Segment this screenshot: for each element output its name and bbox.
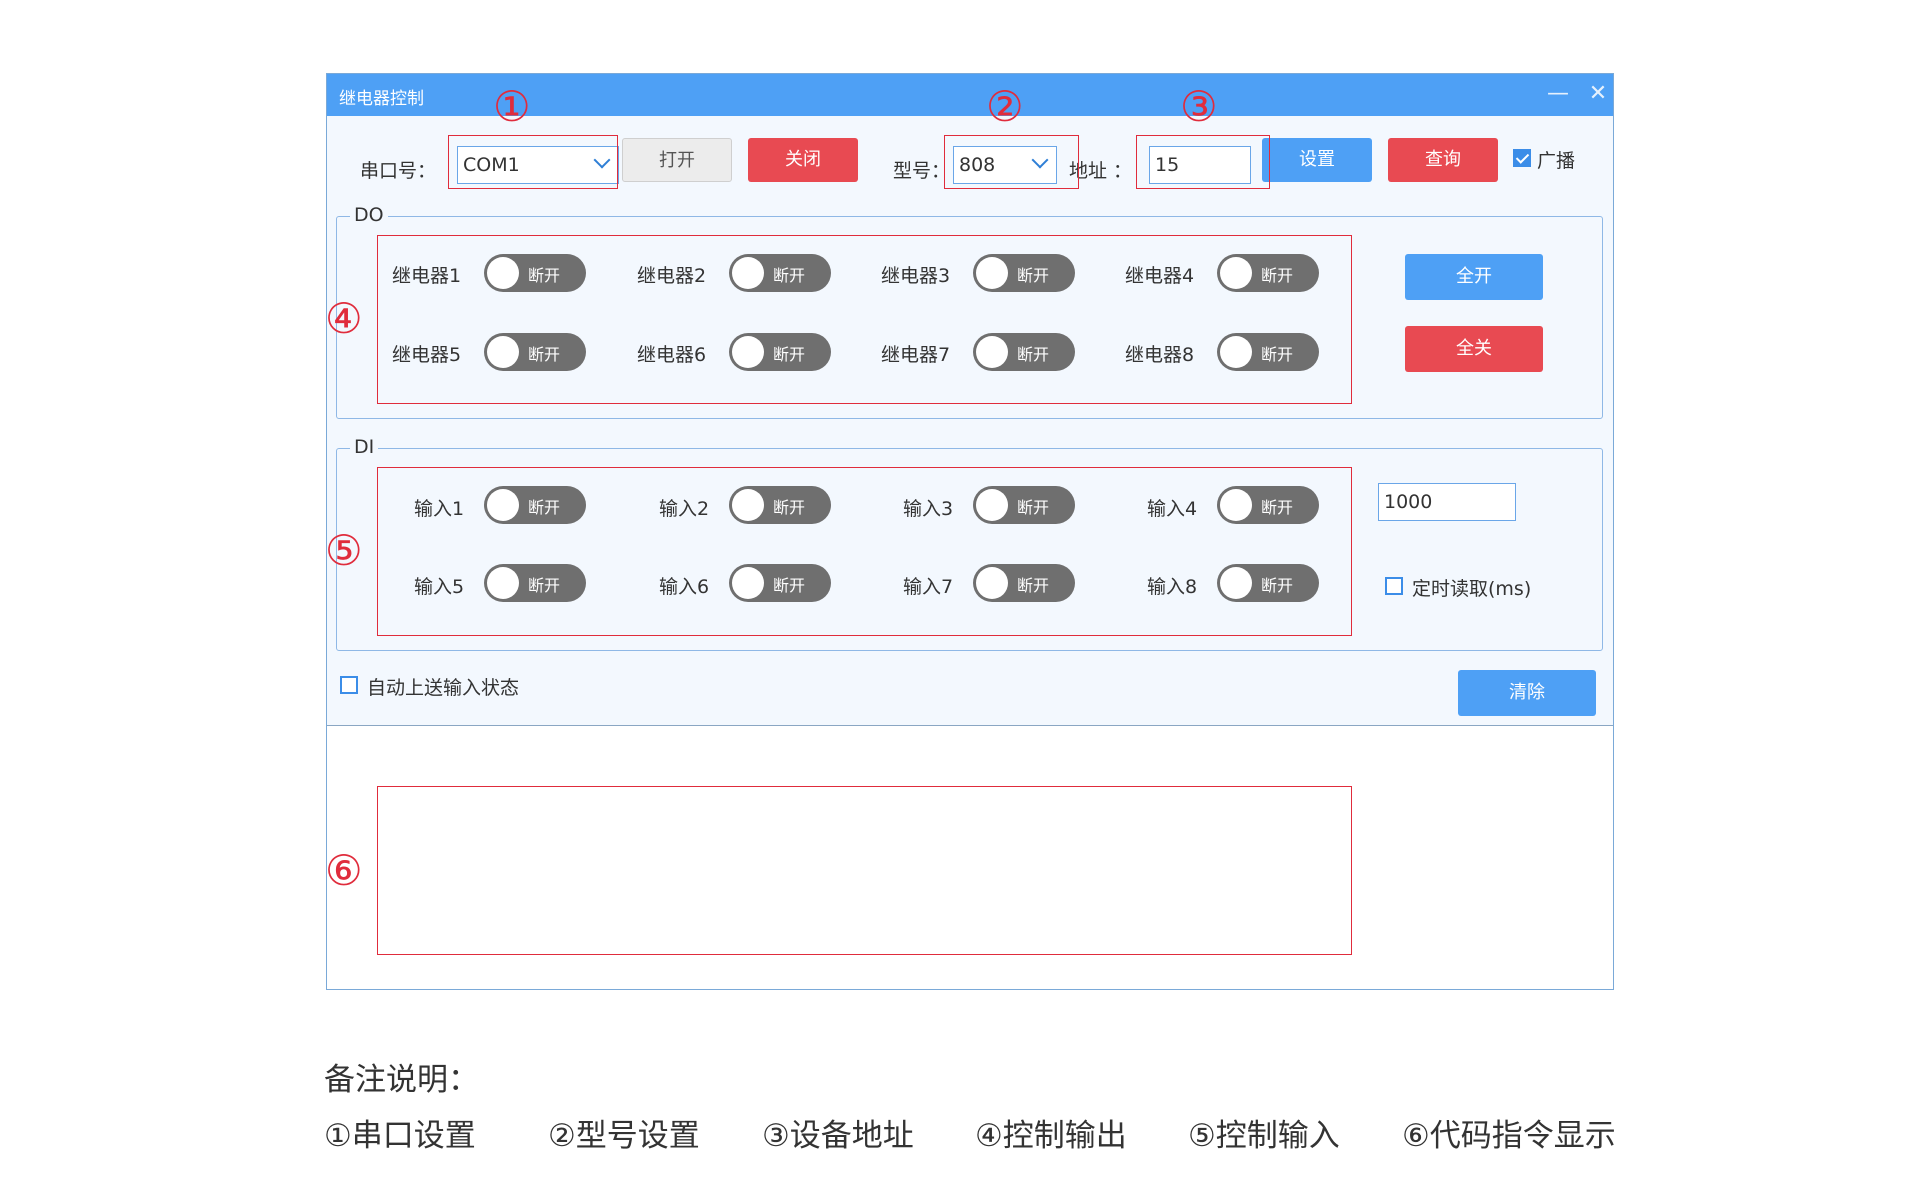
auto-upload-label: 自动上送输入状态 <box>367 677 520 699</box>
close-window-icon[interactable]: ✕ <box>1584 80 1612 108</box>
port-label: 串口号： <box>360 160 437 182</box>
marker-5: ⑤ <box>325 526 363 575</box>
broadcast-label: 广播 <box>1537 150 1576 172</box>
interval-input-value: 1000 <box>1384 491 1433 513</box>
all-off-button[interactable]: 全关 <box>1405 326 1543 372</box>
note-item: ①串口设置 <box>324 1118 476 1154</box>
annotation-box-log <box>377 786 1352 955</box>
window-title: 继电器控制 <box>339 89 424 109</box>
marker-4: ④ <box>325 294 363 343</box>
note-item: ②型号设置 <box>548 1118 700 1154</box>
marker-3: ③ <box>1180 82 1218 131</box>
note-item: ⑤控制输入 <box>1188 1118 1340 1154</box>
annotation-box-do <box>377 235 1352 404</box>
timed-read-checkbox[interactable] <box>1385 577 1403 595</box>
notes-heading: 备注说明： <box>324 1062 479 1098</box>
do-group-title: DO <box>350 204 388 226</box>
di-group-title: DI <box>350 436 379 458</box>
annotation-box-model <box>944 135 1079 189</box>
clear-button[interactable]: 清除 <box>1458 670 1596 716</box>
note-item: ④控制输出 <box>975 1118 1127 1154</box>
model-label: 型号： <box>893 160 951 182</box>
note-item: ③设备地址 <box>762 1118 914 1154</box>
timed-read-label: 定时读取(ms) <box>1412 578 1532 600</box>
broadcast-checkbox[interactable] <box>1513 149 1531 167</box>
annotation-box-address <box>1136 135 1270 189</box>
note-item: ⑥代码指令显示 <box>1402 1118 1616 1154</box>
marker-2: ② <box>986 82 1024 131</box>
query-button[interactable]: 查询 <box>1388 138 1498 182</box>
interval-input[interactable]: 1000 <box>1378 483 1516 521</box>
marker-1: ① <box>493 82 531 131</box>
minimize-icon[interactable]: — <box>1544 80 1572 108</box>
set-button[interactable]: 设置 <box>1262 138 1372 182</box>
open-port-button[interactable]: 打开 <box>622 138 732 182</box>
auto-upload-checkbox[interactable] <box>340 676 358 694</box>
annotation-box-di <box>377 467 1352 636</box>
all-on-button[interactable]: 全开 <box>1405 254 1543 300</box>
annotation-box-port <box>448 135 618 189</box>
marker-6: ⑥ <box>325 846 363 895</box>
close-port-button[interactable]: 关闭 <box>748 138 858 182</box>
